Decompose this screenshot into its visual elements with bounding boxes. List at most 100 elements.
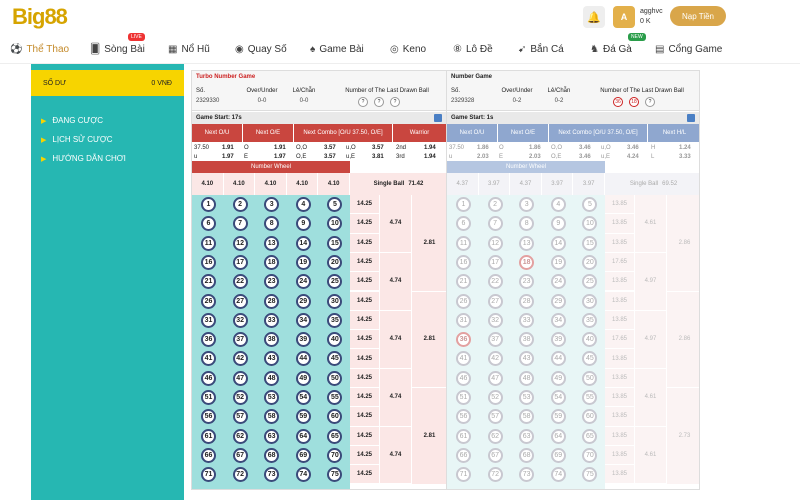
number-ball[interactable]: 72 bbox=[487, 467, 503, 483]
number-ball[interactable]: 42 bbox=[487, 351, 503, 367]
row-odds[interactable]: 14.25 bbox=[350, 349, 380, 369]
nav-item-9[interactable]: ▤ Cổng Game bbox=[655, 34, 722, 64]
row-odds[interactable]: 14.25 bbox=[350, 291, 380, 311]
row-odds[interactable]: 13.85 bbox=[605, 426, 635, 446]
nav-item-7[interactable]: ➹ Bắn Cá bbox=[518, 34, 564, 64]
number-ball[interactable]: 2 bbox=[232, 197, 248, 212]
number-ball[interactable]: 7 bbox=[487, 216, 503, 232]
number-ball[interactable]: 67 bbox=[487, 447, 503, 463]
settings-icon[interactable] bbox=[434, 114, 442, 122]
odds-cell[interactable]: 1.97 bbox=[222, 154, 234, 160]
number-ball[interactable]: 48 bbox=[264, 370, 280, 386]
sidebar-item-guide[interactable]: ▶ HƯỚNG DẪN CHƠI bbox=[41, 154, 126, 163]
sidebar-item-betting[interactable]: ▶ ĐANG CƯỢC bbox=[41, 116, 103, 125]
number-ball[interactable]: 34 bbox=[550, 312, 566, 328]
number-ball[interactable]: 74 bbox=[550, 467, 566, 483]
odds-cell[interactable]: 3.57 bbox=[372, 145, 384, 151]
odds-cell[interactable]: 1.86 bbox=[529, 145, 541, 151]
odds-cell[interactable]: 3.46 bbox=[579, 145, 591, 151]
wheel-odds[interactable]: 4.10 bbox=[223, 173, 256, 195]
number-ball[interactable]: 37 bbox=[487, 332, 503, 348]
number-ball[interactable]: 54 bbox=[295, 390, 311, 405]
number-ball[interactable]: 14 bbox=[550, 235, 566, 251]
number-ball[interactable]: 57 bbox=[487, 409, 503, 425]
number-ball[interactable]: 69 bbox=[550, 447, 566, 463]
nav-item-3[interactable]: ◉ Quay Số bbox=[235, 34, 287, 64]
wheel-odds[interactable]: 4.10 bbox=[255, 173, 287, 195]
wheel-odds[interactable]: 3.97 bbox=[478, 173, 511, 195]
odds-cell[interactable]: 3.33 bbox=[679, 154, 691, 160]
number-ball[interactable]: 46 bbox=[201, 370, 216, 386]
row-odds[interactable]: 14.25 bbox=[350, 368, 380, 388]
number-ball[interactable]: 11 bbox=[456, 235, 471, 251]
number-ball[interactable]: 48 bbox=[519, 370, 535, 386]
number-ball[interactable]: 4 bbox=[295, 197, 311, 212]
wheel-odds[interactable]: 4.10 bbox=[318, 173, 350, 195]
group-odds[interactable]: 4.74 bbox=[380, 368, 412, 427]
number-ball[interactable]: 24 bbox=[550, 274, 566, 290]
block-odds[interactable]: 2.81 bbox=[412, 291, 446, 388]
number-ball[interactable]: 15 bbox=[582, 235, 598, 251]
nav-item-2[interactable]: ▦ Nổ Hũ bbox=[168, 34, 210, 64]
single-ball-odds[interactable]: Single Ball 69.52 bbox=[605, 173, 699, 195]
number-ball[interactable]: 26 bbox=[456, 293, 471, 309]
number-ball[interactable]: 27 bbox=[232, 293, 248, 309]
number-ball[interactable]: 51 bbox=[456, 390, 471, 405]
number-ball[interactable]: 50 bbox=[582, 370, 598, 386]
group-odds[interactable]: 4.61 bbox=[635, 368, 667, 427]
nav-item-0[interactable]: ⚽ Thể Thao bbox=[10, 34, 69, 64]
number-ball[interactable]: 9 bbox=[295, 216, 311, 232]
number-ball[interactable]: 7 bbox=[232, 216, 248, 232]
row-odds[interactable]: 13.85 bbox=[605, 368, 635, 388]
number-ball[interactable]: 46 bbox=[456, 370, 471, 386]
nav-item-5[interactable]: ◎ Keno bbox=[390, 34, 426, 64]
block-odds[interactable]: 2.86 bbox=[667, 291, 699, 388]
group-odds[interactable]: 4.74 bbox=[380, 426, 412, 485]
row-odds[interactable]: 14.25 bbox=[350, 465, 380, 485]
sidebar-item-history[interactable]: ▶ LỊCH SỬ CƯỢC bbox=[41, 135, 112, 144]
number-ball[interactable]: 61 bbox=[201, 428, 216, 444]
number-ball[interactable]: 18 bbox=[264, 254, 280, 270]
number-ball[interactable]: 34 bbox=[295, 312, 311, 328]
logo[interactable]: Big88 bbox=[12, 4, 68, 30]
row-odds[interactable]: 14.25 bbox=[350, 272, 380, 292]
number-ball[interactable]: 17 bbox=[232, 254, 248, 270]
number-ball[interactable]: 68 bbox=[264, 447, 280, 463]
odds-cell[interactable]: 2.03 bbox=[477, 154, 489, 160]
number-ball[interactable]: 68 bbox=[519, 447, 535, 463]
row-odds[interactable]: 14.25 bbox=[350, 233, 380, 253]
group-odds[interactable]: 4.74 bbox=[380, 310, 412, 369]
topup-button[interactable]: Nạp Tiền bbox=[670, 6, 726, 26]
wheel-odds[interactable]: 4.10 bbox=[286, 173, 319, 195]
row-odds[interactable]: 13.85 bbox=[605, 214, 635, 234]
odds-cell[interactable]: 1.97 bbox=[274, 154, 286, 160]
row-odds[interactable]: 13.85 bbox=[605, 407, 635, 427]
number-ball[interactable]: 42 bbox=[232, 351, 248, 367]
number-ball[interactable]: 28 bbox=[519, 293, 535, 309]
number-ball[interactable]: 37 bbox=[232, 332, 248, 348]
row-odds[interactable]: 13.85 bbox=[605, 349, 635, 369]
number-ball[interactable]: 12 bbox=[232, 235, 248, 251]
odds-cell[interactable]: 1.94 bbox=[424, 145, 436, 151]
number-ball[interactable]: 63 bbox=[519, 428, 535, 444]
number-ball[interactable]: 19 bbox=[295, 254, 311, 270]
row-odds[interactable]: 14.25 bbox=[350, 388, 380, 408]
odds-cell[interactable]: 2.03 bbox=[529, 154, 541, 160]
number-ball[interactable]: 11 bbox=[201, 235, 216, 251]
odds-cell[interactable]: 3.57 bbox=[324, 154, 336, 160]
odds-cell[interactable]: 1.91 bbox=[274, 145, 286, 151]
number-ball[interactable]: 33 bbox=[519, 312, 535, 328]
number-ball[interactable]: 39 bbox=[550, 332, 566, 348]
number-ball[interactable]: 47 bbox=[232, 370, 248, 386]
nav-item-6[interactable]: ⑧ Lô Đề bbox=[453, 34, 493, 64]
number-ball[interactable]: 50 bbox=[327, 370, 343, 386]
number-ball[interactable]: 1 bbox=[456, 197, 471, 212]
number-ball[interactable]: 32 bbox=[487, 312, 503, 328]
nav-item-4[interactable]: ♠ Game Bài bbox=[310, 34, 364, 64]
number-ball[interactable]: 52 bbox=[232, 390, 248, 405]
block-odds[interactable]: 2.86 bbox=[667, 195, 699, 292]
row-odds[interactable]: 13.85 bbox=[605, 233, 635, 253]
nav-item-1[interactable]: 🂠 Sòng Bài LIVE bbox=[90, 33, 145, 64]
row-odds[interactable]: 14.25 bbox=[350, 330, 380, 350]
number-ball[interactable]: 74 bbox=[295, 467, 311, 483]
